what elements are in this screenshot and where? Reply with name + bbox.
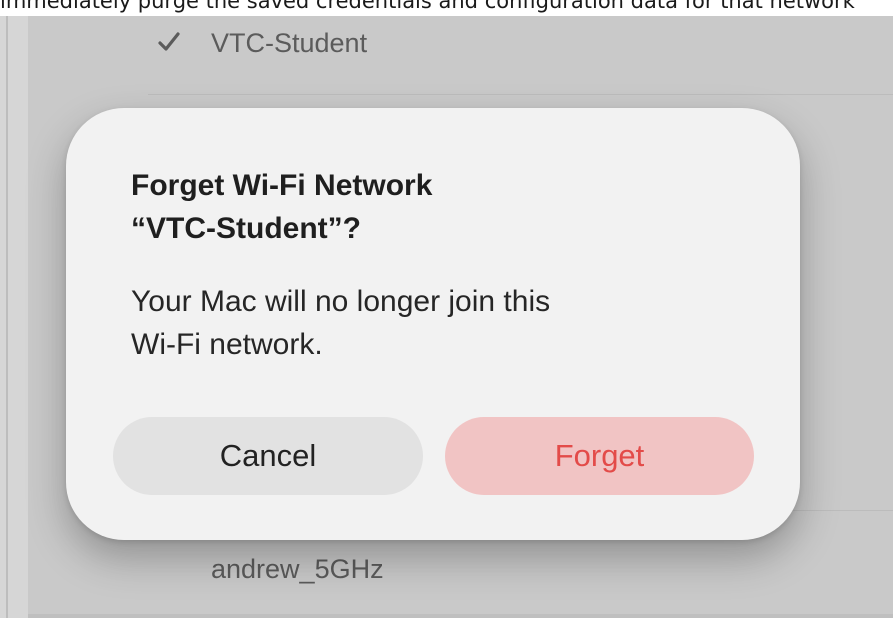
alert-title: Forget Wi-Fi Network “VTC-Student”? [131, 164, 751, 250]
row-divider [148, 94, 893, 95]
forget-network-alert: Forget Wi-Fi Network “VTC-Student”? Your… [66, 108, 800, 540]
cancel-button[interactable]: Cancel [113, 417, 423, 495]
alert-message-line: Wi-Fi network. [131, 328, 323, 361]
sidebar-edge [0, 16, 28, 618]
alert-title-network: “VTC-Student”? [131, 212, 361, 245]
alert-message: Your Mac will no longer join this Wi-Fi … [131, 280, 751, 366]
network-row-andrew-5ghz[interactable]: andrew_5GHz [28, 544, 893, 594]
network-row-vtc-student[interactable]: VTC-Student [28, 18, 893, 68]
window-bottom-edge [28, 614, 893, 618]
alert-message-line: Your Mac will no longer join this [131, 285, 551, 318]
network-name: andrew_5GHz [211, 553, 384, 584]
sidebar-divider [6, 16, 8, 618]
alert-title-line: Forget Wi-Fi Network [131, 169, 433, 202]
forget-button[interactable]: Forget [445, 417, 754, 495]
caption-text: immediately purge the saved credentials … [0, 0, 855, 13]
network-name: VTC-Student [211, 27, 368, 58]
checkmark-icon [158, 32, 180, 51]
